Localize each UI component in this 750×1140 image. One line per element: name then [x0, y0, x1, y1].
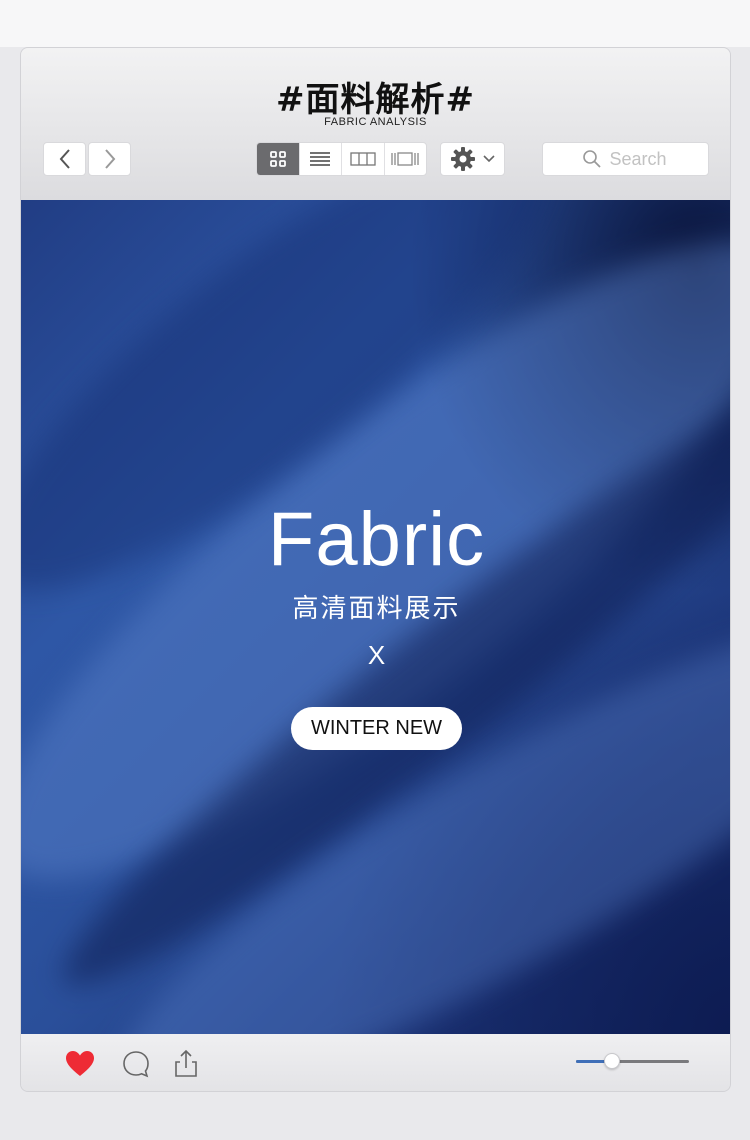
forward-button[interactable] [88, 142, 131, 176]
winter-new-badge[interactable]: WINTER NEW [291, 707, 462, 750]
slider-knob[interactable] [604, 1053, 621, 1069]
share-icon[interactable] [170, 1048, 202, 1080]
hero-image: Fabric 高清面料展示 X WINTER NEW [21, 200, 730, 1034]
grid-view-button[interactable] [257, 143, 300, 175]
top-bar [0, 0, 750, 47]
list-view-button[interactable] [300, 143, 342, 175]
hero-title: Fabric [267, 497, 486, 582]
gallery-icon [391, 152, 419, 166]
chevron-down-icon [482, 155, 495, 163]
settings-button[interactable] [440, 142, 505, 176]
chevron-right-icon [104, 149, 115, 169]
hero-separator: X [367, 640, 386, 670]
search-input[interactable] [609, 148, 670, 170]
zoom-slider[interactable] [576, 1053, 689, 1071]
column-view-button[interactable] [342, 143, 385, 175]
search-icon [582, 150, 601, 168]
gear-icon [450, 147, 475, 171]
page-title: #面料解析# [276, 80, 475, 120]
search-box [542, 142, 709, 176]
header: #面料解析# FABRIC ANALYSIS [21, 48, 730, 200]
grid-icon [269, 151, 286, 167]
comment-icon[interactable] [120, 1048, 152, 1080]
heart-icon[interactable] [64, 1048, 96, 1080]
chevron-left-icon [59, 149, 70, 169]
back-button[interactable] [43, 142, 86, 176]
footer-bar [21, 1034, 730, 1091]
gallery-view-button[interactable] [385, 143, 427, 175]
columns-icon [350, 152, 376, 166]
list-icon [310, 152, 331, 166]
page-subtitle: FABRIC ANALYSIS [324, 116, 427, 128]
view-mode-group [256, 142, 427, 176]
hero-subtitle: 高清面料展示 [292, 594, 461, 624]
app-window: #面料解析# FABRIC ANALYSIS Search Fabric 高清面… [20, 47, 731, 1092]
